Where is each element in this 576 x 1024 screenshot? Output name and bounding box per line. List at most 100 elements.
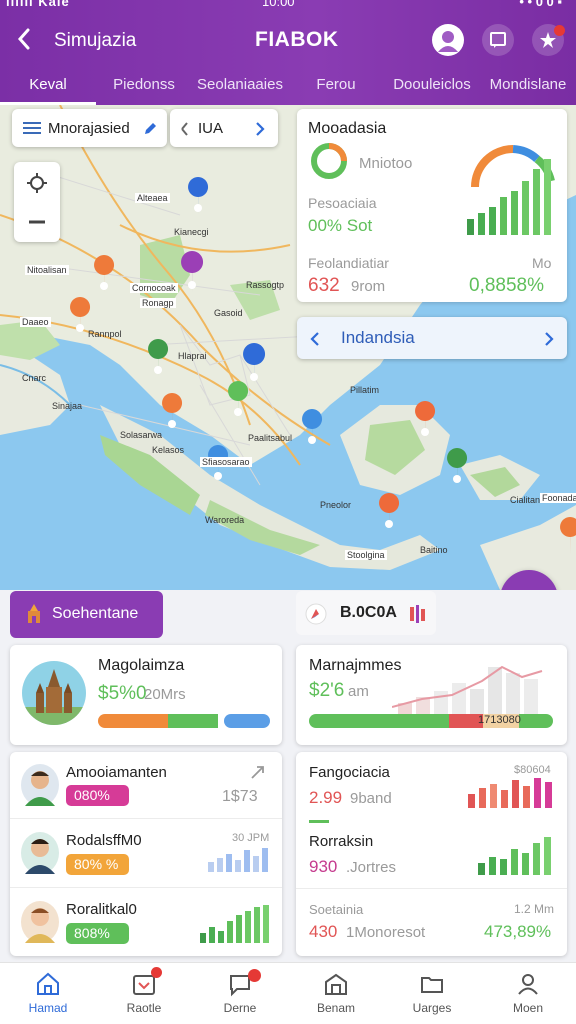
region-info-card[interactable]: Mooadasia Mniotoo Pesoaciaia 00% Sot Feo…: [297, 109, 567, 302]
edit-icon[interactable]: [142, 121, 158, 137]
notification-dot: [554, 25, 565, 36]
book-icon: [490, 32, 506, 48]
management-value: $2'6: [309, 680, 345, 701]
zoom-out-icon[interactable]: [27, 212, 47, 232]
chevron-right-icon: [256, 122, 265, 136]
stat-value: 2.99: [309, 788, 343, 807]
map-label: Stoolgina: [345, 550, 387, 560]
stats-list: Fangociacia 2.99 9band $80604 Rorraksin …: [296, 752, 567, 956]
settings-button[interactable]: [532, 24, 565, 56]
code-chip[interactable]: B.0C0A: [296, 591, 436, 635]
map-label: Sinajaa: [52, 401, 83, 411]
stat-value: 930: [309, 857, 338, 876]
map-label: Gasoid: [214, 308, 243, 318]
tab-ferou[interactable]: Ferou: [288, 72, 384, 105]
nav-schedule-label: Raotle: [126, 1001, 162, 1015]
person-badge: 808%: [66, 923, 129, 944]
compass-icon: [305, 603, 327, 625]
tab-piedonss[interactable]: Piedonss: [96, 72, 192, 105]
management-bar-label: 1713080: [478, 714, 521, 726]
list-item[interactable]: Amooiamanten 080% 1$73: [10, 752, 282, 819]
tab-seolaniaaies[interactable]: Seolaniaaies: [192, 72, 288, 105]
map-label: Waroreda: [205, 515, 245, 525]
sub2-label: Feolandiatiar: [308, 255, 389, 271]
tab-keval[interactable]: Keval: [0, 72, 96, 105]
person-badge: 080%: [66, 785, 129, 806]
region-info-title: Mooadasia: [308, 120, 387, 137]
avatar: [21, 832, 59, 874]
tag-icon: [410, 605, 425, 623]
person-avatar-icon: [25, 908, 55, 943]
stat-percent: 473,89%: [484, 922, 552, 941]
location-banner[interactable]: Indandsia: [297, 317, 567, 359]
sub2-right: Mo: [532, 255, 552, 271]
status-time: 10:00: [262, 0, 295, 9]
nav-chat-label: Derne: [223, 1001, 257, 1015]
map-label: Foonada: [540, 493, 576, 503]
back-button[interactable]: [12, 24, 40, 56]
stat-title: Fangociacia: [309, 764, 390, 781]
sub2-unit: 9rom: [351, 278, 386, 295]
profile-avatar-button[interactable]: [432, 24, 464, 56]
app-title: Simujazia: [54, 30, 137, 51]
map-region-label: IUA: [198, 120, 224, 137]
map-label: Cnarc: [22, 373, 47, 383]
map-label: Daaeo: [20, 317, 51, 327]
person-avatar-icon: [25, 771, 55, 806]
map-label: Nitoalisan: [25, 265, 69, 275]
notification-dot: [248, 969, 261, 982]
nav-chat[interactable]: Derne: [192, 963, 288, 1024]
notification-dot: [151, 967, 162, 978]
person-name: Amooiamanten: [66, 764, 167, 781]
nav-schedule[interactable]: Raotle: [96, 963, 192, 1024]
section-chip[interactable]: Soehentane: [10, 591, 163, 638]
notebook-button[interactable]: [482, 24, 514, 56]
church-icon: [22, 669, 86, 725]
temple-icon: [28, 604, 40, 623]
place-card[interactable]: Magolaimza $5%0 20Mrs: [10, 645, 282, 745]
locate-icon[interactable]: [26, 172, 48, 194]
map-search-chip[interactable]: Mnorajasied: [12, 109, 167, 147]
zoom-controls: [14, 162, 60, 242]
person-mini-chart: [208, 848, 268, 872]
nav-building[interactable]: Benam: [288, 963, 384, 1024]
place-progress-bar: [98, 714, 270, 728]
stat-suffix: ​.Jortres: [346, 859, 397, 876]
fab-count: 127: [500, 589, 558, 590]
person-icon: [438, 31, 458, 52]
app-header: ıııııı Kale 10:00 • • 0 0 ▪ Simujazia FI…: [0, 0, 576, 105]
avatar: [21, 901, 59, 943]
place-value: $5%0: [98, 683, 147, 704]
chevron-right-icon[interactable]: [541, 330, 557, 348]
map-label: Cornocoak: [130, 283, 178, 293]
map-view[interactable]: Alteaea Kianecgi Nitoalisan Cornocoak Ra…: [0, 105, 576, 590]
tab-doouleiclos[interactable]: Doouleiclos: [384, 72, 480, 105]
management-card[interactable]: Marnajmmes $2'6 am 1713080: [296, 645, 567, 745]
sub2-value: 632: [308, 275, 340, 296]
ring-label: Mniotoo: [359, 155, 413, 172]
person-mini-chart: [200, 905, 269, 943]
gauge-bar-chart: [467, 145, 555, 235]
brand-logo-text: FIABOK: [255, 28, 339, 51]
place-unit: 20Mrs: [144, 686, 186, 703]
chevron-left-icon[interactable]: [307, 330, 323, 348]
person-name: RodalsffM0: [66, 832, 142, 849]
map-label: Alteaea: [135, 193, 170, 203]
nav-folder[interactable]: Uarges: [384, 963, 480, 1024]
list-item[interactable]: RodalsffM0 80% % 30 JPM: [10, 820, 282, 888]
nav-profile[interactable]: Moen: [480, 963, 576, 1024]
map-region-chip[interactable]: IUA: [170, 109, 278, 147]
ring-chart-icon: [311, 143, 347, 179]
tab-mondislane[interactable]: Mondislane: [480, 72, 576, 105]
menu-icon: [23, 122, 41, 134]
stat-item[interactable]: Soetainia 430 1Monoresot 1.2 Mm 473,89%: [296, 890, 567, 956]
person-name: Roralitkal0: [66, 901, 137, 918]
stat-item[interactable]: Rorraksin 930 ​.Jortres: [296, 821, 567, 889]
nav-home[interactable]: Hamad: [0, 963, 96, 1024]
map-label: Cialitan: [510, 495, 541, 505]
map-label: Hlaprai: [178, 351, 207, 361]
nav-home-label: Hamad: [28, 1001, 68, 1015]
tab-bar: Keval Piedonss Seolaniaaies Ferou Dooule…: [0, 72, 576, 105]
stat-item[interactable]: Fangociacia 2.99 9band $80604: [296, 752, 567, 820]
list-item[interactable]: Roralitkal0 808%: [10, 889, 282, 956]
